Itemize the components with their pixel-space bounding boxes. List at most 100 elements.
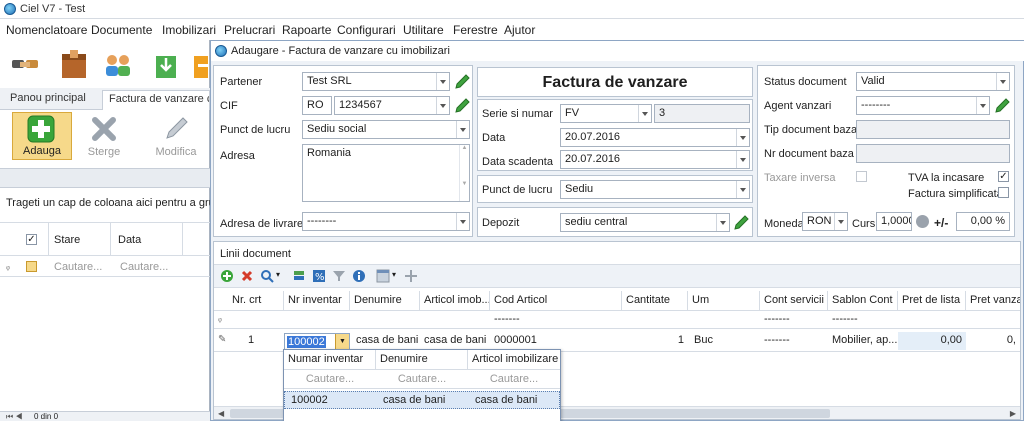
delete-button[interactable]: Sterge — [74, 112, 134, 160]
move-icon[interactable] — [404, 269, 418, 283]
popup-search-inventar[interactable]: Cautare... — [284, 371, 376, 389]
col-um[interactable]: Um — [688, 291, 760, 311]
tab-panou-principal[interactable]: Panou principal — [4, 90, 100, 110]
cell-inventar[interactable]: 100002 — [287, 336, 326, 348]
delete-line-icon[interactable] — [240, 269, 254, 283]
select-all-checkbox[interactable]: ✓ — [26, 234, 37, 245]
work-point2-dropdown[interactable] — [736, 181, 749, 198]
col-nr-crt[interactable]: Nr. crt — [228, 291, 284, 311]
cif-edit-icon[interactable] — [454, 97, 470, 114]
work-point-dropdown[interactable] — [456, 121, 469, 138]
cif-input[interactable]: 1234567 — [334, 96, 450, 115]
series-input[interactable]: FV — [560, 104, 652, 123]
number-input[interactable]: 3 — [654, 104, 750, 123]
column-data[interactable]: Data — [118, 234, 141, 246]
base-no-input[interactable] — [856, 144, 1010, 163]
address-input[interactable]: Romania ▲ ▼ — [302, 144, 470, 202]
popup-row[interactable]: 100002 casa de bani casa de bani — [284, 391, 560, 409]
stack-icon[interactable] — [292, 269, 306, 283]
col-cod-articol[interactable]: Cod Articol — [490, 291, 622, 311]
status-input[interactable]: Valid — [856, 72, 1010, 91]
search-data[interactable]: Cautare... — [120, 261, 168, 273]
date-dropdown[interactable] — [736, 129, 749, 146]
menu-utilitare[interactable]: Utilitare — [403, 23, 444, 37]
partner-input[interactable]: Test SRL — [302, 72, 450, 91]
popup-col-inventar[interactable]: Numar inventar — [284, 350, 376, 370]
add-button[interactable]: Adauga — [12, 112, 72, 160]
date-input[interactable]: 20.07.2016 — [560, 128, 750, 147]
col-sablon-cont[interactable]: Sablon Cont — [828, 291, 898, 311]
filter-cont[interactable]: ------- — [760, 311, 794, 329]
address-scrollbar[interactable]: ▲ ▼ — [459, 145, 469, 201]
filter-cod[interactable]: ------- — [490, 311, 524, 329]
agent-dropdown[interactable] — [976, 97, 989, 114]
cif-dropdown[interactable] — [436, 97, 449, 114]
partner-dropdown[interactable] — [436, 73, 449, 90]
popup-search-denumire[interactable]: Cautare... — [376, 371, 468, 389]
rate-refresh-icon[interactable] — [916, 215, 929, 228]
menu-ajutor[interactable]: Ajutor — [504, 23, 535, 37]
simplified-checkbox[interactable] — [998, 187, 1009, 198]
vat-cash-checkbox[interactable]: ✓ — [998, 171, 1009, 182]
cif-prefix[interactable]: RO — [302, 96, 332, 115]
layout-dropdown-icon[interactable]: ▾ — [392, 270, 396, 279]
import-icon[interactable] — [150, 48, 186, 82]
menu-configurari[interactable]: Configurari — [337, 23, 396, 37]
column-stare[interactable]: Stare — [54, 234, 80, 246]
tab-factura-vanzare[interactable]: Factura de vanzare c — [102, 90, 210, 110]
menu-documente[interactable]: Documente — [91, 23, 152, 37]
info-icon[interactable] — [352, 269, 366, 283]
col-pret-vanzare[interactable]: Pret vanzar — [966, 291, 1020, 311]
search-icon[interactable] — [260, 269, 274, 283]
reverse-tax-checkbox[interactable] — [856, 171, 867, 182]
percent-icon[interactable]: % — [312, 269, 326, 283]
handshake-icon[interactable] — [8, 48, 44, 82]
filter-checkbox[interactable] — [26, 261, 37, 272]
rate-input[interactable]: 1,0000 — [876, 212, 912, 231]
popup-col-denumire[interactable]: Denumire — [376, 350, 468, 370]
due-date-dropdown[interactable] — [736, 151, 749, 168]
menu-imobilizari[interactable]: Imobilizari — [162, 23, 216, 37]
due-date-input[interactable]: 20.07.2016 — [560, 150, 750, 169]
col-nr-inventar[interactable]: Nr inventar — [284, 291, 350, 311]
agent-input[interactable]: -------- — [856, 96, 990, 115]
users-icon[interactable] — [100, 48, 136, 82]
menu-rapoarte[interactable]: Rapoarte — [282, 23, 331, 37]
menu-nomenclatoare[interactable]: Nomenclatoare — [6, 23, 87, 37]
col-pret-lista[interactable]: Pret de lista — [898, 291, 966, 311]
popup-col-articol[interactable]: Articol imobilizare — [468, 350, 560, 370]
status-dropdown[interactable] — [996, 73, 1009, 90]
warehouse-input[interactable]: sediu central — [560, 213, 730, 232]
col-denumire[interactable]: Denumire — [350, 291, 420, 311]
col-cont-servicii[interactable]: Cont servicii — [760, 291, 828, 311]
delivery-dropdown[interactable] — [456, 213, 469, 230]
menu-ferestre[interactable]: Ferestre — [453, 23, 498, 37]
work-point2-input[interactable]: Sediu — [560, 180, 750, 199]
search-dropdown-icon[interactable]: ▾ — [276, 270, 280, 279]
partner-edit-icon[interactable] — [454, 73, 470, 90]
box-icon[interactable] — [56, 48, 92, 82]
warehouse-dropdown[interactable] — [716, 214, 729, 231]
work-point-input[interactable]: Sediu social — [302, 120, 470, 139]
col-articol[interactable]: Articol imob... — [420, 291, 490, 311]
layout-icon[interactable] — [376, 269, 390, 283]
base-type-input[interactable] — [856, 120, 1010, 139]
scroll-right-icon[interactable]: ▶ — [1010, 407, 1016, 420]
filter-sablon[interactable]: ------- — [828, 311, 862, 329]
currency-input[interactable]: RON — [802, 212, 848, 231]
search-stare[interactable]: Cautare... — [54, 261, 102, 273]
series-dropdown[interactable] — [638, 105, 651, 122]
delivery-input[interactable]: -------- — [302, 212, 470, 231]
inventar-dropdown-icon[interactable]: ▼ — [335, 334, 349, 350]
warehouse-edit-icon[interactable] — [733, 214, 749, 231]
popup-search-articol[interactable]: Cautare... — [468, 371, 560, 389]
currency-dropdown[interactable] — [834, 213, 847, 230]
agent-edit-icon[interactable] — [994, 97, 1010, 114]
pager-nav[interactable]: ⏮ ◀ — [6, 412, 23, 421]
scroll-left-icon[interactable]: ◀ — [218, 407, 224, 420]
percent-input[interactable]: 0,00 % — [956, 212, 1010, 231]
col-cantitate[interactable]: Cantitate — [622, 291, 688, 311]
add-line-icon[interactable] — [220, 269, 234, 283]
edit-button[interactable]: Modifica — [146, 112, 206, 160]
filter-funnel-icon[interactable] — [332, 269, 346, 283]
